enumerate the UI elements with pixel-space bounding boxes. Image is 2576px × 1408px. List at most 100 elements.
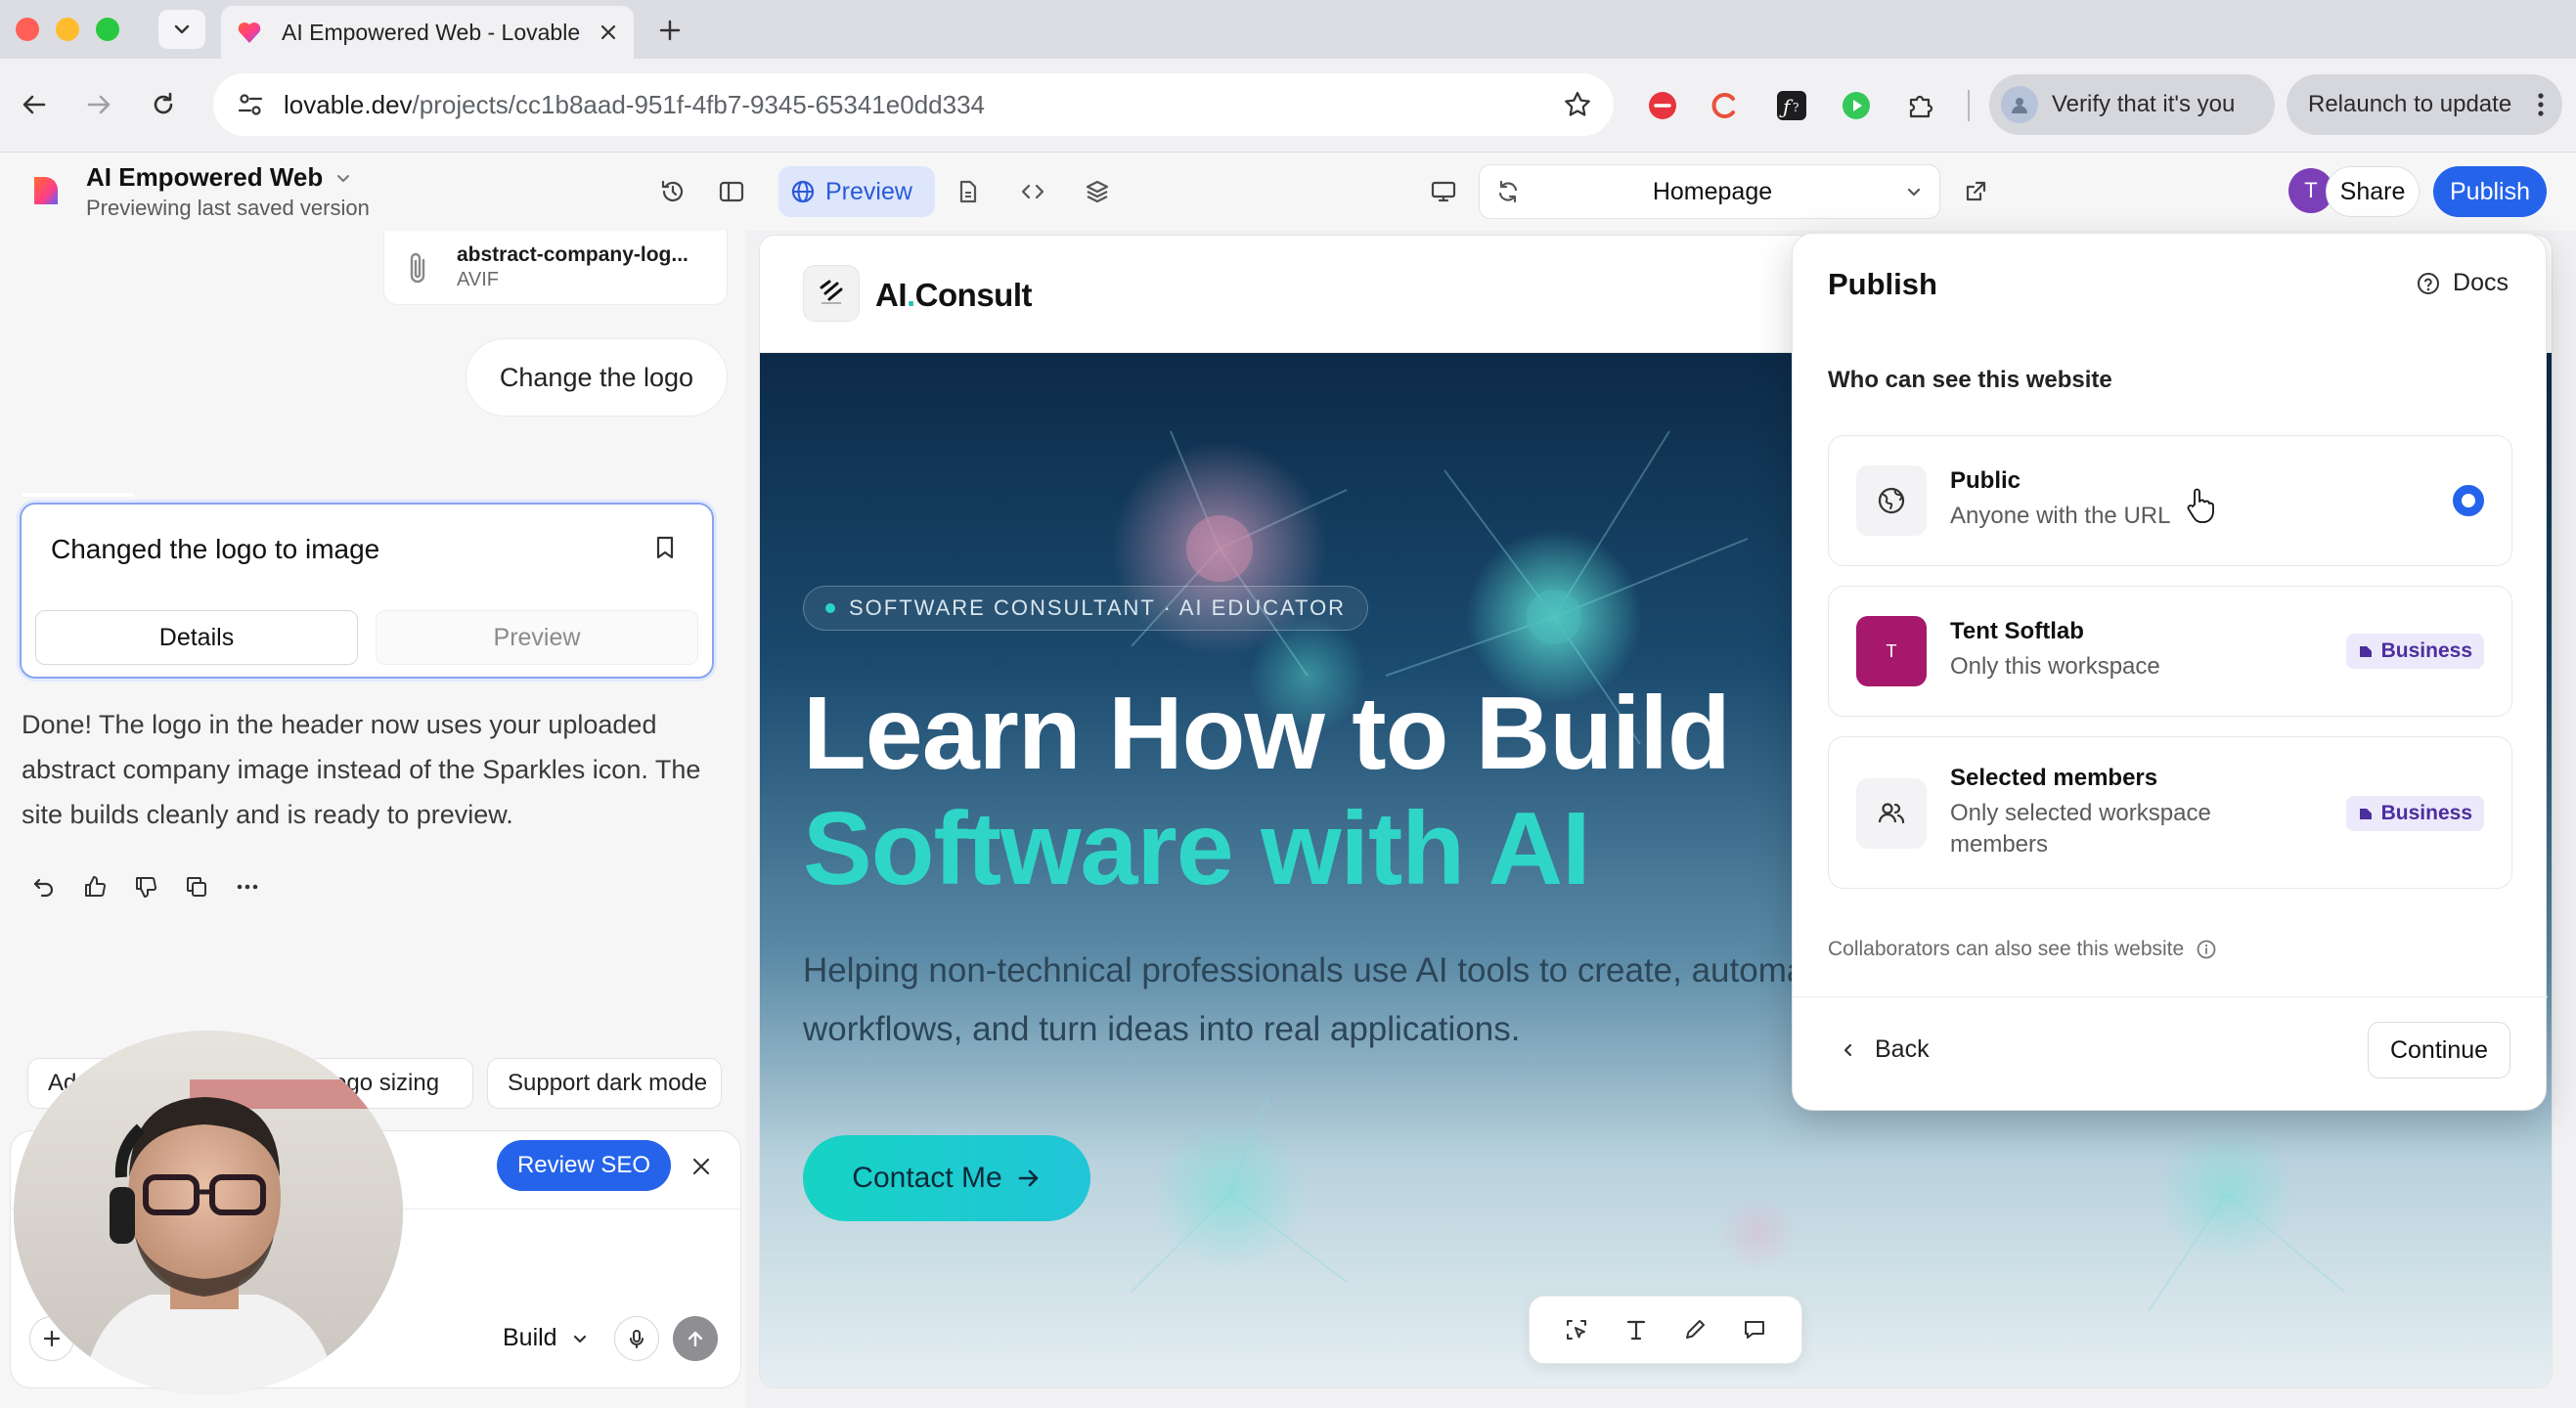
continue-button[interactable]: Continue: [2368, 1022, 2510, 1078]
toggle-sidebar-button[interactable]: [716, 176, 747, 207]
site-settings-icon[interactable]: [235, 89, 266, 120]
option-title: Public: [1950, 467, 2021, 494]
sidebar-icon: [719, 181, 744, 202]
users-icon: [1856, 778, 1927, 849]
history-button[interactable]: [657, 176, 688, 207]
open-new-window-button[interactable]: [1960, 176, 1991, 207]
address-bar[interactable]: lovable.dev/projects/cc1b8aad-951f-4fb7-…: [213, 73, 1614, 136]
attachment-card[interactable]: abstract-company-log... AVIF: [383, 231, 728, 305]
visibility-heading: Who can see this website: [1828, 367, 2112, 393]
extension-font-icon[interactable]: ƒ?: [1774, 88, 1809, 123]
business-badge: Business: [2345, 796, 2484, 831]
site-brand[interactable]: AI.Consult: [875, 277, 1033, 314]
project-title-dropdown[interactable]: AI Empowered Web: [86, 162, 352, 193]
attachment-name: abstract-company-log...: [457, 243, 688, 266]
undo-icon[interactable]: [29, 872, 59, 902]
browser-toolbar: lovable.dev/projects/cc1b8aad-951f-4fb7-…: [0, 59, 2576, 153]
close-icon[interactable]: [688, 1154, 714, 1179]
refresh-icon[interactable]: [1495, 179, 1521, 204]
browser-tab-bar: AI Empowered Web - Lovable: [0, 0, 2576, 59]
visibility-option-public[interactable]: Public Anyone with the URL: [1828, 435, 2512, 566]
plus-icon: [43, 1330, 61, 1347]
more-vertical-icon: [2538, 93, 2544, 116]
text-tool-icon[interactable]: [1621, 1314, 1652, 1345]
history-icon: [661, 180, 684, 201]
share-button[interactable]: Share: [2326, 166, 2420, 217]
publish-popover-title: Publish: [1828, 267, 1937, 301]
pencil-icon[interactable]: [1679, 1314, 1710, 1345]
tab-search-button[interactable]: [158, 10, 205, 49]
device-desktop-button[interactable]: [1428, 176, 1459, 207]
toolbar-divider: [1968, 90, 1970, 121]
hand-cursor-icon: [2187, 488, 2214, 523]
mode-selector[interactable]: Build: [503, 1324, 589, 1352]
url-text: lovable.dev/projects/cc1b8aad-951f-4fb7-…: [284, 89, 985, 119]
visual-edit-toolbar: [1529, 1296, 1802, 1364]
card-tab-edge: [22, 493, 133, 497]
more-horizontal-icon[interactable]: [233, 872, 262, 902]
lovable-logo-icon[interactable]: [29, 174, 63, 207]
radio-selected[interactable]: [2453, 485, 2484, 516]
window-zoom-button[interactable]: [96, 18, 119, 41]
microphone-button[interactable]: [614, 1316, 659, 1361]
forward-nav-button[interactable]: [82, 88, 115, 121]
chevron-down-icon: [573, 1335, 586, 1342]
window-minimize-button[interactable]: [56, 18, 79, 41]
extension-block-icon[interactable]: [1645, 88, 1680, 123]
new-tab-button[interactable]: [653, 14, 687, 47]
send-button[interactable]: [673, 1316, 718, 1361]
extension-grammar-icon[interactable]: [1708, 88, 1743, 123]
thumbs-up-icon[interactable]: [80, 872, 110, 902]
contact-me-button[interactable]: Contact Me: [803, 1135, 1090, 1221]
copy-icon[interactable]: [182, 872, 211, 902]
option-title: Tent Softlab: [1950, 618, 2084, 644]
extension-play-icon[interactable]: [1839, 88, 1874, 123]
app-header: AI Empowered Web Previewing last saved v…: [0, 153, 2576, 231]
hero-paragraph: Helping non-technical professionals use …: [803, 951, 1835, 1048]
window-close-button[interactable]: [16, 18, 39, 41]
preview-mode-button[interactable]: Preview: [778, 166, 935, 217]
tab-close-icon[interactable]: [597, 21, 620, 44]
plus-icon: [659, 20, 681, 41]
arrow-up-icon: [688, 1331, 703, 1347]
bookmark-icon[interactable]: [651, 534, 679, 561]
file-icon: [959, 180, 977, 203]
files-button[interactable]: [953, 176, 984, 207]
layers-button[interactable]: [1082, 176, 1113, 207]
browser-tab-active[interactable]: AI Empowered Web - Lovable: [221, 6, 634, 59]
visibility-option-workspace[interactable]: T Tent Softlab Only this workspace Busin…: [1828, 586, 2512, 717]
paperclip-icon: [410, 252, 425, 283]
info-icon[interactable]: [2196, 939, 2217, 960]
preview-tab[interactable]: Preview: [376, 610, 698, 665]
version-card[interactable]: Changed the logo to image Details Previe…: [20, 503, 714, 679]
reload-button[interactable]: [147, 88, 180, 121]
layers-icon: [1086, 180, 1109, 203]
comment-icon[interactable]: [1739, 1314, 1770, 1345]
popover-divider: [1793, 996, 2548, 997]
site-logo-image[interactable]: [803, 265, 860, 322]
business-icon: [2359, 809, 2372, 819]
visibility-option-selected-members[interactable]: Selected members Only selected workspace…: [1828, 736, 2512, 889]
code-button[interactable]: [1017, 176, 1048, 207]
thumbs-down-icon[interactable]: [131, 872, 160, 902]
business-icon: [2359, 646, 2372, 657]
publish-popover: Publish Docs Who can see this website Pu…: [1792, 233, 2548, 1111]
relaunch-update-button[interactable]: Relaunch to update: [2287, 74, 2562, 135]
code-icon: [1021, 184, 1044, 199]
review-seo-button[interactable]: Review SEO: [497, 1140, 671, 1191]
verify-identity-button[interactable]: Verify that it's you: [1989, 74, 2275, 135]
bookmark-star-icon[interactable]: [1563, 90, 1592, 119]
suggestion-chip-dark-mode[interactable]: Support dark mode: [487, 1058, 722, 1109]
details-tab[interactable]: Details: [35, 610, 358, 665]
docs-label: Docs: [2453, 269, 2509, 296]
extensions-puzzle-icon[interactable]: [1903, 88, 1938, 123]
select-element-icon[interactable]: [1561, 1314, 1592, 1345]
publish-button[interactable]: Publish: [2433, 166, 2547, 217]
collaborators-note: Collaborators can also see this website: [1828, 938, 2217, 961]
docs-link[interactable]: Docs: [2416, 269, 2509, 297]
chevron-down-icon: [1907, 188, 1921, 197]
page-selector[interactable]: Homepage: [1479, 164, 1940, 219]
back-button[interactable]: Back: [1840, 1035, 1930, 1064]
back-nav-button[interactable]: [18, 88, 51, 121]
lovable-heart-icon: [238, 22, 261, 43]
